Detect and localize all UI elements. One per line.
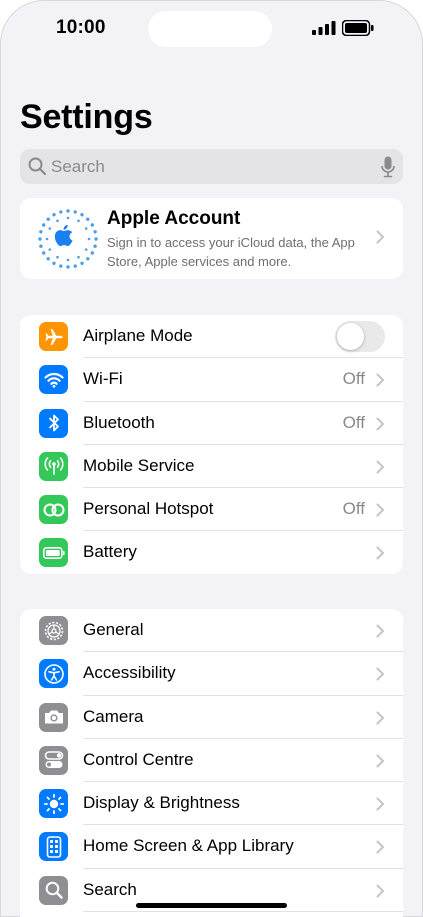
search-label: Search — [83, 879, 137, 899]
row-airplane-mode[interactable]: Airplane Mode — [20, 315, 403, 359]
home-screen-icon — [39, 832, 68, 862]
general-label: General — [83, 620, 144, 639]
chevron-right-icon — [376, 711, 384, 725]
personal-hotspot-label: Personal Hotspot — [83, 499, 214, 519]
chevron-right-icon — [376, 667, 384, 681]
row-control-centre[interactable]: Control Centre — [20, 739, 403, 783]
chevron-right-icon — [376, 373, 384, 387]
row-battery[interactable]: Battery — [20, 531, 403, 574]
phone-screen: 10:00 Settings Search Apple Account Sign… — [0, 0, 423, 917]
search-field[interactable]: Search — [20, 149, 403, 184]
row-home-screen[interactable]: Home Screen & App Library — [20, 825, 403, 869]
page-title: Settings — [20, 98, 153, 136]
camera-icon — [39, 702, 68, 732]
bluetooth-label: Bluetooth — [83, 412, 155, 432]
cellular-signal-icon — [312, 21, 336, 35]
apple-account-subtitle: Sign in to access your iCloud data, the … — [107, 235, 355, 269]
bluetooth-icon — [39, 408, 68, 438]
accessibility-label: Accessibility — [83, 663, 176, 683]
connectivity-settings-group: Airplane Mode Wi-Fi Off Bluetooth Off Mo… — [20, 315, 403, 574]
airplane-mode-label: Airplane Mode — [83, 326, 193, 345]
wifi-value: Off — [342, 369, 365, 389]
home-screen-label: Home Screen & App Library — [83, 836, 294, 856]
row-mobile-service[interactable]: Mobile Service — [20, 445, 403, 489]
row-wifi[interactable]: Wi-Fi Off — [20, 358, 403, 402]
wifi-label: Wi-Fi — [83, 369, 123, 389]
display-brightness-label: Display & Brightness — [83, 793, 240, 813]
gear-icon — [39, 616, 68, 645]
apple-account-card[interactable]: Apple Account Sign in to access your iCl… — [20, 198, 403, 279]
camera-label: Camera — [83, 706, 144, 726]
row-divider — [83, 911, 403, 913]
chevron-right-icon — [376, 624, 384, 638]
chevron-right-icon — [376, 546, 384, 560]
status-bar: 10:00 — [0, 0, 423, 58]
row-general[interactable]: General — [20, 609, 403, 653]
brightness-icon — [39, 789, 68, 819]
home-indicator[interactable] — [136, 903, 287, 908]
antenna-icon — [39, 451, 68, 481]
row-bluetooth[interactable]: Bluetooth Off — [20, 402, 403, 445]
battery-label: Battery — [83, 542, 137, 562]
chevron-right-icon — [376, 884, 384, 898]
magnifier-icon — [28, 157, 46, 175]
chevron-right-icon — [376, 230, 384, 244]
mobile-service-label: Mobile Service — [83, 455, 195, 475]
row-camera[interactable]: Camera — [20, 696, 403, 739]
row-personal-hotspot[interactable]: Personal Hotspot Off — [20, 488, 403, 532]
row-accessibility[interactable]: Accessibility — [20, 652, 403, 696]
apple-account-title: Apple Account — [107, 208, 241, 229]
airplane-icon — [39, 322, 68, 351]
dynamic-island — [148, 11, 272, 47]
general-settings-group: General Accessibility Camera Control Cen… — [20, 609, 403, 917]
control-centre-icon — [39, 745, 68, 775]
row-display-brightness[interactable]: Display & Brightness — [20, 782, 403, 826]
microphone-icon[interactable] — [381, 156, 395, 178]
chevron-right-icon — [376, 754, 384, 768]
chevron-right-icon — [376, 417, 384, 431]
hotspot-icon — [39, 495, 68, 525]
airplane-mode-toggle[interactable] — [335, 321, 385, 352]
status-time: 10:00 — [56, 17, 106, 38]
chevron-right-icon — [376, 797, 384, 811]
wifi-icon — [39, 365, 68, 395]
search-icon — [39, 875, 68, 905]
chevron-right-icon — [376, 460, 384, 474]
chevron-right-icon — [376, 840, 384, 854]
search-placeholder: Search — [51, 157, 105, 176]
bluetooth-value: Off — [342, 412, 365, 432]
control-centre-label: Control Centre — [83, 749, 194, 769]
battery-icon — [39, 538, 68, 568]
accessibility-icon — [39, 659, 68, 689]
apple-account-avatar-icon — [38, 209, 98, 269]
chevron-right-icon — [376, 503, 384, 517]
battery-status-icon — [342, 20, 374, 36]
toggle-knob — [337, 323, 364, 350]
personal-hotspot-value: Off — [342, 499, 365, 519]
